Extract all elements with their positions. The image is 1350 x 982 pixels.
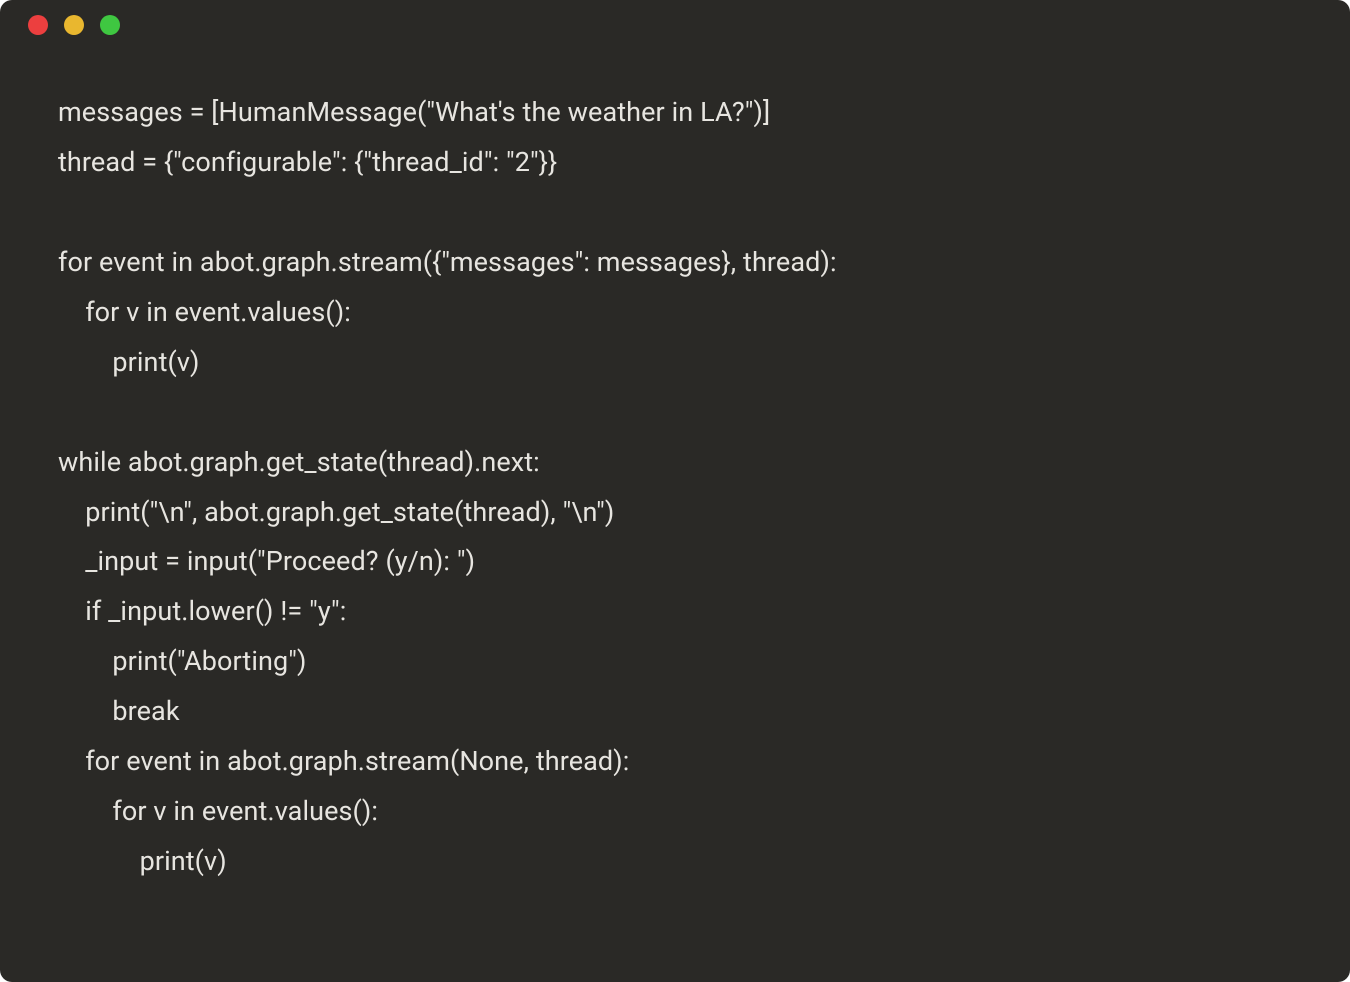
zoom-icon[interactable] [100, 15, 120, 35]
window-titlebar [0, 0, 1350, 50]
close-icon[interactable] [28, 15, 48, 35]
minimize-icon[interactable] [64, 15, 84, 35]
code-content: messages = [HumanMessage("What's the wea… [0, 50, 1350, 887]
code-window: messages = [HumanMessage("What's the wea… [0, 0, 1350, 982]
